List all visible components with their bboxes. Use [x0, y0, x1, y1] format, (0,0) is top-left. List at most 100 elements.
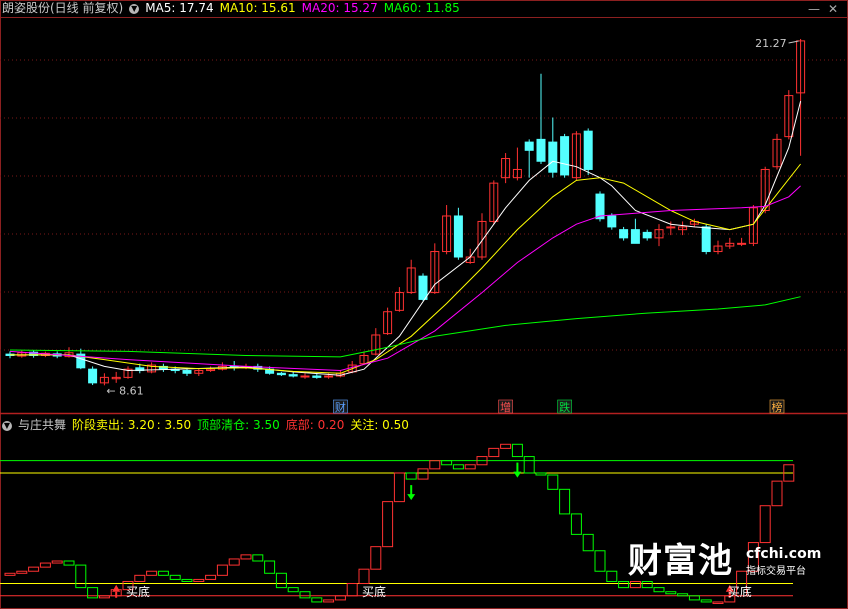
indicator-step-bar: [441, 460, 453, 466]
stage-sell-label: 阶段卖出: 3.20: [72, 418, 155, 432]
candle-body: [560, 136, 570, 176]
sell-arrow-icon: [407, 494, 416, 501]
indicator-step-bar: [193, 578, 205, 582]
bottom-signal-label: 买底: [126, 584, 150, 599]
indicator-step-bar: [334, 595, 346, 601]
indicator-step-bar: [488, 447, 500, 458]
indicator-step-bar: [665, 591, 677, 595]
watermark-site: cfchi.com: [746, 546, 822, 562]
ma5-label: MA5: 17.74: [145, 1, 214, 15]
chevron-down-icon[interactable]: ▼: [2, 420, 12, 431]
indicator-step-bar: [653, 587, 665, 593]
indicator-step-bar: [39, 562, 51, 568]
indicator-step-bar: [559, 488, 571, 515]
indicator-step-bar: [393, 472, 405, 503]
candle-body: [548, 141, 558, 173]
indicator-step-bar: [570, 513, 582, 535]
indicator-step-bar: [134, 574, 146, 582]
stock-title: 朗姿股份(日线 前复权): [2, 1, 124, 15]
candle-body: [630, 229, 640, 244]
ma-line-ma10: [10, 163, 801, 374]
candle-body: [583, 130, 593, 170]
indicator-name: 与庄共舞: [18, 418, 67, 432]
indicator-step-bar: [87, 587, 99, 599]
indicator-step-bar: [28, 566, 40, 572]
indicator-step-bar: [311, 597, 323, 603]
indicator-step-bar: [228, 558, 240, 566]
top-clear-label: 顶部清仓: 3.50: [197, 418, 280, 432]
ma60-label: MA60: 11.85: [383, 1, 460, 15]
indicator-step-bar: [63, 560, 75, 566]
bottom-signal-label: 买底: [728, 584, 752, 599]
high-price-label: 21.27: [755, 37, 787, 50]
minus-icon[interactable]: —: [808, 2, 820, 16]
candle-body: [324, 375, 334, 378]
candle-body: [182, 370, 192, 374]
candle-body: [300, 375, 310, 378]
indicator-step-bar: [169, 574, 181, 580]
candle-body: [453, 215, 463, 258]
indicator-step-bar: [511, 443, 523, 458]
event-tag: 财: [335, 400, 346, 414]
indicator-step-bar: [51, 560, 63, 564]
candle-body: [524, 141, 534, 151]
ma20-label: MA20: 15.27: [301, 1, 378, 15]
indicator-step-bar: [16, 570, 28, 574]
indicator-step-bar: [405, 472, 417, 480]
bottom-label: 底部: 0.20: [285, 418, 345, 432]
bottom-signal-label: 买底: [362, 584, 386, 599]
candle-body: [701, 226, 711, 253]
main-chart-header: 朗姿股份(日线 前复权) ▼ MA5: 17.74 MA10: 15.61 MA20: …: [2, 0, 466, 16]
indicator-step-bar: [677, 593, 689, 597]
candle-body: [642, 231, 652, 239]
indicator-step-bar: [547, 474, 559, 490]
event-tag: 增: [500, 400, 511, 414]
indicator-step-bar: [75, 564, 87, 589]
indicator-step-bar: [606, 570, 618, 582]
indicator-step-bar: [523, 456, 535, 474]
ma-line-ma5: [10, 100, 802, 376]
candle-body: [276, 372, 286, 376]
indicator-step-bar: [759, 505, 771, 544]
candle-body: [737, 242, 747, 245]
indicator-step-bar: [98, 595, 110, 599]
attention-label: 关注: 0.50: [350, 418, 409, 432]
indicator-step-bar: [417, 468, 429, 480]
candle-body: [536, 138, 546, 162]
indicator-step-bar: [323, 599, 335, 603]
candle-body: [607, 215, 617, 228]
indicator-step-bar: [582, 533, 594, 552]
event-tag: 榜: [772, 400, 783, 414]
candle-body: [666, 226, 676, 229]
indicator-step-bar: [700, 599, 712, 603]
chevron-down-icon[interactable]: ▼: [129, 3, 140, 14]
indicator-step-bar: [264, 560, 276, 574]
event-tag: 跌: [559, 400, 570, 414]
indicator-step-bar: [688, 595, 700, 601]
candle-body: [288, 374, 298, 377]
indicator-step-bar: [181, 578, 193, 582]
indicator-step-bar: [464, 464, 476, 470]
candle-body: [88, 368, 98, 384]
low-price-label: ← 8.61: [106, 384, 143, 397]
indicator-step-bar: [157, 570, 169, 576]
candle-body: [595, 193, 605, 220]
indicator-step-bar: [275, 572, 287, 589]
watermark-tagline: 指标交易平台: [746, 566, 806, 577]
buy-arrow-icon: [112, 584, 121, 592]
close-icon[interactable]: ✕: [828, 2, 838, 16]
indicator-step-bar: [712, 601, 724, 604]
indicator-step-bar: [252, 554, 264, 562]
indicator-step-bar: [535, 472, 547, 476]
sell-arrow-icon: [513, 471, 522, 478]
indicator-step-bar: [429, 460, 441, 470]
indicator-step-bar: [452, 464, 464, 470]
indicator-header: ▼ 与庄共舞 阶段卖出: 3.20: 3.50 顶部清仓: 3.50 底部: 0.20 关…: [2, 417, 415, 433]
indicator-step-bar: [287, 587, 299, 593]
indicator-step-bar: [382, 501, 394, 548]
indicator-step-bar: [240, 554, 252, 560]
chart-canvas: 21.27 ← 8.61 财 增 跌 榜买底 买底 买底: [0, 0, 848, 609]
candle-body: [418, 275, 428, 300]
candle-body: [619, 229, 629, 239]
indicator-step-bar: [358, 568, 370, 585]
